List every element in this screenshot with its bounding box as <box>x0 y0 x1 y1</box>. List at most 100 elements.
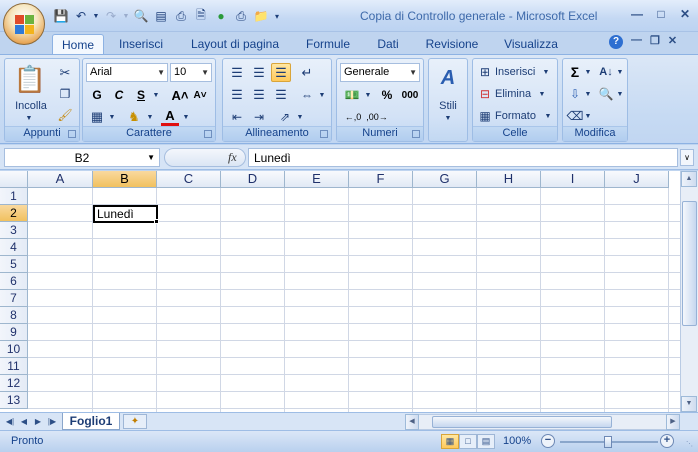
scroll-left-icon[interactable]: ◀ <box>405 414 419 430</box>
save-icon[interactable]: 💾 <box>52 7 70 25</box>
redo-dropdown-icon[interactable]: ▼ <box>122 7 130 25</box>
normal-view-icon[interactable]: ▦ <box>441 434 459 449</box>
row-header-7[interactable]: 7 <box>0 290 28 307</box>
merge-center-icon[interactable]: ⇔ <box>297 86 317 104</box>
open-folder-icon[interactable]: 📁 <box>252 7 270 25</box>
fill-dropdown-icon[interactable]: ▼ <box>583 89 593 99</box>
font-name-dropdown-icon[interactable]: ▼ <box>157 68 165 77</box>
column-header-g[interactable]: G <box>413 171 477 188</box>
workbook-minimize-icon[interactable]: — <box>631 34 642 47</box>
paste-icon[interactable]: 📋 <box>13 63 47 95</box>
insert-cells-icon[interactable]: ⊞ <box>477 63 493 81</box>
styles-icon[interactable]: A <box>435 65 461 91</box>
select-all-corner[interactable] <box>0 171 28 188</box>
customize-qat-icon[interactable]: ▾ <box>272 7 282 25</box>
scroll-down-icon[interactable]: ▼ <box>681 396 697 412</box>
zoom-in-icon[interactable]: + <box>660 434 674 448</box>
orientation-icon[interactable]: ⇗ <box>275 108 295 126</box>
tab-layout-di-pagina[interactable]: Layout di pagina <box>183 34 287 54</box>
row-header-12[interactable]: 12 <box>0 375 28 392</box>
page-break-view-icon[interactable]: ▤ <box>477 434 495 449</box>
row-header-3[interactable]: 3 <box>0 222 28 239</box>
font-size-dropdown-icon[interactable]: ▼ <box>201 68 209 77</box>
currency-icon[interactable]: 💵 <box>342 86 362 104</box>
insert-cells-dropdown-icon[interactable]: ▼ <box>541 67 551 77</box>
allineamento-launcher-icon[interactable] <box>320 130 328 138</box>
delete-cells-icon[interactable]: ⊟ <box>477 85 493 103</box>
tab-dati[interactable]: Dati <box>368 34 408 54</box>
workbook-restore-icon[interactable]: ❐ <box>650 34 660 47</box>
refresh-icon[interactable]: ● <box>212 7 230 25</box>
tab-inserisci[interactable]: Inserisci <box>111 34 171 54</box>
undo-icon[interactable]: ↶ <box>72 7 90 25</box>
orientation-dropdown-icon[interactable]: ▼ <box>295 112 305 122</box>
clear-dropdown-icon[interactable]: ▼ <box>583 111 593 121</box>
redo-icon[interactable]: ↷ <box>102 7 120 25</box>
find-select-dropdown-icon[interactable]: ▼ <box>615 89 625 99</box>
column-header-a[interactable]: A <box>28 171 93 188</box>
appunti-launcher-icon[interactable] <box>68 130 76 138</box>
carattere-launcher-icon[interactable] <box>204 130 212 138</box>
vertical-scroll-thumb[interactable] <box>682 201 697 326</box>
vertical-scrollbar[interactable]: ▲ ▼ <box>680 171 698 412</box>
format-painter-icon[interactable]: 🖌 <box>57 107 73 123</box>
column-header-c[interactable]: C <box>157 171 221 188</box>
column-header-j[interactable]: J <box>605 171 669 188</box>
paste-button[interactable]: Incolla <box>8 99 54 113</box>
expand-formula-bar-icon[interactable]: ∨ <box>680 149 694 166</box>
cut-icon[interactable]: ✂ <box>57 65 73 81</box>
first-sheet-icon[interactable]: ◀| <box>4 415 16 428</box>
column-header-e[interactable]: E <box>285 171 349 188</box>
grow-font-icon[interactable]: A˄ <box>171 86 189 104</box>
row-header-5[interactable]: 5 <box>0 256 28 273</box>
scroll-up-icon[interactable]: ▲ <box>681 171 697 187</box>
column-header-b[interactable]: B <box>93 171 157 188</box>
undo-dropdown-icon[interactable]: ▼ <box>92 7 100 25</box>
font-color-icon[interactable]: A <box>161 108 179 126</box>
percent-button[interactable]: % <box>377 86 397 104</box>
name-box[interactable]: B2 ▼ <box>4 148 160 167</box>
print-preview-icon[interactable]: 🗎 <box>192 7 210 25</box>
clear-icon[interactable]: ⌫ <box>567 107 584 125</box>
column-header-i[interactable]: I <box>541 171 605 188</box>
shrink-font-icon[interactable]: A˅ <box>191 86 209 104</box>
align-center-icon[interactable]: ☰ <box>249 86 269 104</box>
next-sheet-icon[interactable]: ▶ <box>32 415 44 428</box>
insert-sheet-icon[interactable]: ✦ <box>123 414 147 429</box>
align-middle-icon[interactable]: ☰ <box>249 63 269 82</box>
row-header-6[interactable]: 6 <box>0 273 28 290</box>
column-header-h[interactable]: H <box>477 171 541 188</box>
find-icon[interactable]: 🔍 <box>132 7 150 25</box>
row-header-9[interactable]: 9 <box>0 324 28 341</box>
delete-cells-button[interactable]: Elimina <box>495 85 541 103</box>
fill-color-icon[interactable]: ♞ <box>125 108 143 126</box>
merge-dropdown-icon[interactable]: ▼ <box>317 90 327 100</box>
active-cell[interactable]: Lunedì <box>93 205 158 223</box>
autosum-dropdown-icon[interactable]: ▼ <box>583 67 593 77</box>
row-header-4[interactable]: 4 <box>0 239 28 256</box>
zoom-slider-thumb[interactable] <box>604 436 612 448</box>
currency-dropdown-icon[interactable]: ▼ <box>363 90 373 100</box>
close-icon[interactable]: ✕ <box>676 6 694 22</box>
borders-icon[interactable]: ▦ <box>88 108 106 126</box>
horizontal-scrollbar[interactable]: ◀ ▶ <box>405 414 680 430</box>
zoom-level[interactable]: 100% <box>503 435 531 447</box>
styles-dropdown-icon[interactable]: ▼ <box>443 113 453 123</box>
printer-setup-icon[interactable]: ⎙ <box>232 7 250 25</box>
font-name-combo[interactable]: Arial ▼ <box>86 63 168 82</box>
prev-sheet-icon[interactable]: ◀ <box>18 415 30 428</box>
borders-dropdown-icon[interactable]: ▼ <box>107 112 117 122</box>
styles-button[interactable]: Stili <box>431 99 465 113</box>
fill-color-dropdown-icon[interactable]: ▼ <box>145 112 155 122</box>
copy-icon[interactable]: ❐ <box>57 86 73 102</box>
format-cells-dropdown-icon[interactable]: ▼ <box>543 111 553 121</box>
format-cells-icon[interactable]: ▦ <box>477 107 493 125</box>
insert-function-icon[interactable]: fx <box>228 150 237 165</box>
font-size-combo[interactable]: 10 ▼ <box>170 63 212 82</box>
tab-visualizza[interactable]: Visualizza <box>497 34 565 54</box>
number-format-combo[interactable]: Generale ▼ <box>340 63 420 82</box>
last-sheet-icon[interactable]: |▶ <box>46 415 58 428</box>
italic-button[interactable]: C <box>110 86 128 104</box>
sort-filter-dropdown-icon[interactable]: ▼ <box>615 67 625 77</box>
align-top-icon[interactable]: ☰ <box>227 63 247 82</box>
